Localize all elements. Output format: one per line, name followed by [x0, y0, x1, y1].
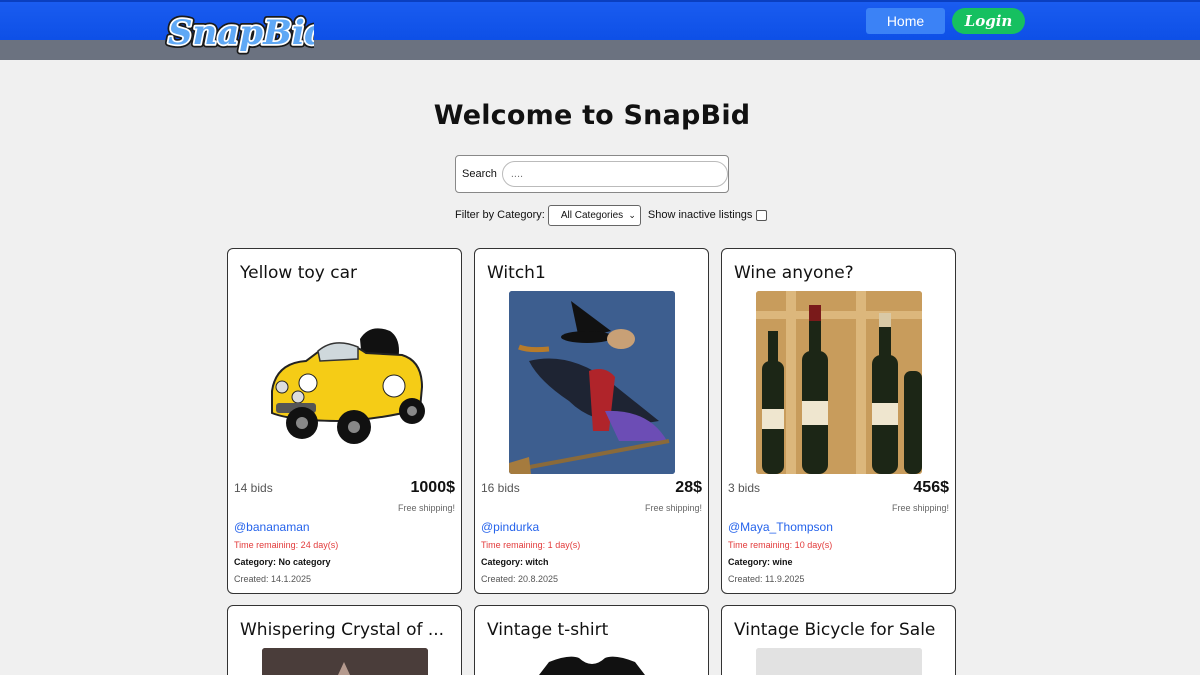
listing-price: 456$ [913, 479, 949, 496]
snapbid-logo[interactable]: SnapBid SnapBid SnapBid [162, 8, 333, 58]
inactive-listings-checkbox[interactable] [756, 209, 768, 221]
created-date: Created: 14.1.2025 [234, 574, 312, 584]
listing-image-wine[interactable] [756, 291, 922, 474]
nav-login-button[interactable]: Login [952, 8, 1025, 34]
listing-category: Category: No category [234, 557, 331, 567]
bid-count: 3 bids [728, 481, 761, 495]
filter-row: Filter by Category: All Categories ⌄ Sho… [455, 204, 768, 226]
category-select[interactable]: All Categories ⌄ [547, 204, 641, 226]
time-remaining: Time remaining: 10 day(s) [728, 540, 833, 550]
category-select-value: All Categories [560, 209, 624, 221]
page-title: Welcome to SnapBid [433, 100, 751, 131]
bid-count: 14 bids [234, 481, 273, 495]
free-shipping-label: Free shipping! [644, 503, 702, 513]
category-label: Category: [234, 557, 277, 567]
listing-image-tshirt[interactable] [509, 648, 675, 675]
filter-category-label: Filter by Category: [455, 209, 545, 221]
listing-title: Witch1 [487, 263, 546, 283]
free-shipping-label: Free shipping! [891, 503, 949, 513]
listing-card[interactable]: Yellow toy car 14 bids 1000$ Free shippi… [227, 248, 462, 594]
category-value: witch [525, 557, 549, 567]
time-remaining: Time remaining: 1 day(s) [481, 540, 581, 550]
created-date: Created: 11.9.2025 [728, 574, 805, 584]
listing-card[interactable]: Whispering Crystal of ... [227, 605, 462, 675]
inactive-listings-label: Show inactive listings [647, 209, 753, 221]
free-shipping-label: Free shipping! [397, 503, 455, 513]
listing-image-witch[interactable] [509, 291, 675, 474]
category-label: Category: [728, 557, 771, 567]
listing-image-crystal[interactable] [262, 648, 428, 675]
listing-card[interactable]: Witch1 16 bids 28$ Free shipping! @pindu… [474, 248, 709, 594]
listing-title: Wine anyone? [734, 263, 854, 283]
category-value: wine [772, 557, 793, 567]
listing-card[interactable]: Vintage t-shirt [474, 605, 709, 675]
chevron-down-icon: ⌄ [628, 209, 636, 220]
time-remaining: Time remaining: 24 day(s) [234, 540, 339, 550]
seller-link[interactable]: @Maya_Thompson [728, 520, 833, 534]
listing-image-bicycle[interactable] [756, 648, 922, 675]
listing-price: 28$ [675, 479, 702, 496]
nav-home-button[interactable]: Home [866, 8, 945, 34]
listing-price: 1000$ [410, 479, 456, 496]
listing-image-toy-car[interactable] [262, 291, 428, 474]
listing-category: Category: wine [728, 557, 793, 567]
search-input[interactable] [501, 161, 728, 187]
created-date: Created: 20.8.2025 [481, 574, 559, 584]
logo-text: SnapBid [168, 13, 314, 53]
seller-link[interactable]: @bananaman [234, 520, 310, 534]
listing-card[interactable]: Vintage Bicycle for Sale [721, 605, 956, 675]
bid-count: 16 bids [481, 481, 520, 495]
category-label: Category: [481, 557, 524, 567]
seller-link[interactable]: @pindurka [481, 520, 539, 534]
listing-title: Vintage Bicycle for Sale [734, 620, 936, 640]
listing-title: Whispering Crystal of ... [240, 620, 445, 640]
listing-card[interactable]: Wine anyone? 3 bids 456$ Free shipping! … [721, 248, 956, 594]
listing-title: Yellow toy car [240, 263, 358, 283]
search-label: Search [462, 168, 497, 180]
listing-category: Category: witch [481, 557, 549, 567]
search-box: Search [455, 155, 729, 193]
category-value: No category [278, 557, 331, 567]
listing-title: Vintage t-shirt [487, 620, 609, 640]
